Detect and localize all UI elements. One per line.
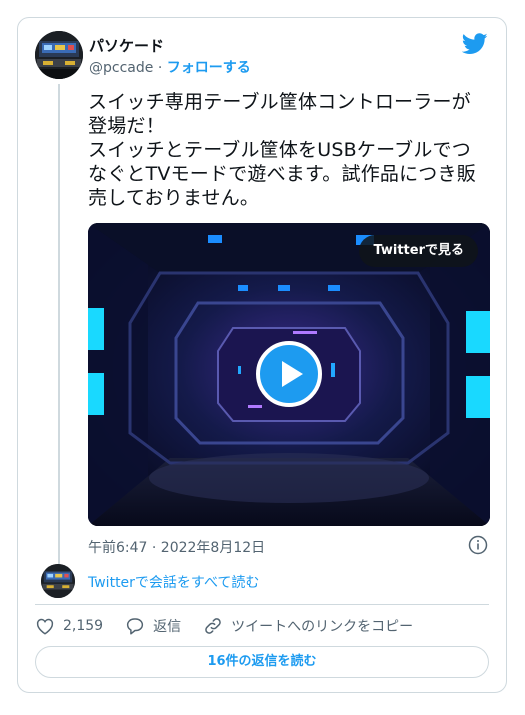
- copy-link-action[interactable]: ツイートへのリンクをコピー: [203, 616, 413, 636]
- heart-icon: [36, 618, 54, 635]
- tweet-text: スイッチ専用テーブル筐体コントローラーが 登場だ！ スイッチとテーブル筐体をUS…: [88, 91, 476, 209]
- twitter-bird-icon[interactable]: [462, 33, 488, 55]
- author-name[interactable]: パソケード: [89, 35, 164, 56]
- info-icon[interactable]: [468, 535, 488, 555]
- link-icon: [205, 618, 221, 634]
- like-count: 2,159: [63, 618, 104, 634]
- like-action[interactable]: 2,159: [35, 617, 103, 635]
- tweet-timestamp[interactable]: 午前6:47 · 2022年8月12日: [88, 537, 265, 557]
- conversation-avatar[interactable]: [41, 564, 75, 598]
- author-handle-row: @pccade · フォローする: [89, 57, 251, 77]
- copy-link-label: ツイートへのリンクをコピー: [231, 619, 414, 635]
- read-conversation-link[interactable]: Twitterで会話をすべて読む: [88, 572, 259, 592]
- reply-icon: [126, 618, 144, 635]
- author-handle[interactable]: @pccade: [89, 60, 153, 76]
- reply-action[interactable]: 返信: [125, 616, 181, 636]
- video-thumbnail[interactable]: Twitterで見る: [88, 223, 490, 526]
- watch-on-twitter-button[interactable]: Twitterで見る: [359, 235, 478, 267]
- follow-button[interactable]: フォローする: [167, 60, 251, 76]
- avatar[interactable]: [35, 31, 83, 79]
- action-bar: 2,159 返信 ツイートへのリンクをコピー: [35, 616, 435, 636]
- thread-line: [58, 84, 60, 564]
- handle-separator: ·: [157, 60, 163, 76]
- read-replies-button[interactable]: 16件の返信を読む: [35, 646, 489, 678]
- play-icon: [282, 361, 303, 387]
- reply-label: 返信: [153, 619, 182, 635]
- tweet-card: パソケード @pccade · フォローする スイッチ専用テーブル筐体コントロー…: [17, 17, 507, 693]
- play-button[interactable]: [256, 341, 322, 407]
- divider: [35, 604, 489, 605]
